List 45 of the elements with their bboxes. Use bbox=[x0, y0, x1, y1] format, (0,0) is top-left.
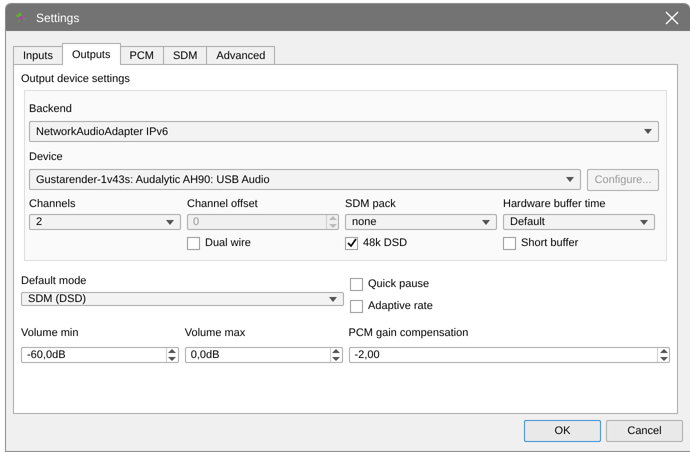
field-label: Volume min bbox=[21, 327, 80, 339]
dropdown[interactable]: 2 bbox=[29, 214, 181, 230]
checkbox[interactable] bbox=[503, 236, 516, 250]
dropdown-caret-icon bbox=[329, 296, 337, 302]
spin-box[interactable]: 0,0dB bbox=[184, 347, 342, 363]
field-label: Channels bbox=[29, 198, 76, 210]
window-title: Settings bbox=[36, 10, 80, 24]
app-logo-icon bbox=[14, 10, 28, 24]
spin-arrows-icon[interactable] bbox=[168, 348, 176, 362]
group-title: Output device settings bbox=[21, 73, 131, 85]
dropdown[interactable]: Gustarender-1v43s: Audalytic AH90: USB Audio bbox=[29, 169, 581, 190]
dropdown-caret-icon bbox=[166, 220, 174, 224]
tab[interactable]: Inputs bbox=[13, 46, 63, 65]
field-label: Device bbox=[29, 151, 63, 163]
spin-arrows-icon[interactable] bbox=[660, 348, 668, 362]
dropdown[interactable]: Default bbox=[503, 214, 655, 230]
checkbox-label: Adaptive rate bbox=[368, 300, 433, 312]
field-label: Hardware buffer time bbox=[503, 198, 607, 210]
tab[interactable]: Advanced bbox=[206, 46, 276, 65]
dropdown-caret-icon bbox=[644, 129, 652, 134]
dropdown[interactable]: NetworkAudioAdapter IPv6 bbox=[29, 121, 659, 142]
spin-arrows-icon[interactable] bbox=[332, 348, 340, 362]
dropdown[interactable]: SDM (DSD) bbox=[21, 292, 344, 306]
spin-box[interactable]: -2,00 bbox=[348, 347, 670, 363]
checkbox[interactable] bbox=[350, 300, 363, 312]
checkbox-label: Short buffer bbox=[521, 237, 578, 249]
dialog-button[interactable]: OK bbox=[524, 420, 601, 442]
tab[interactable]: Outputs bbox=[62, 43, 120, 65]
field-label: Default mode bbox=[21, 275, 88, 287]
dropdown-caret-icon bbox=[482, 220, 490, 224]
checkbox[interactable] bbox=[345, 236, 358, 250]
field-label: Backend bbox=[29, 103, 73, 115]
dialog-button[interactable]: Cancel bbox=[606, 420, 683, 442]
dropdown-caret-icon bbox=[640, 220, 648, 224]
field-label: Channel offset bbox=[187, 198, 259, 210]
dropdown-caret-icon bbox=[566, 177, 574, 182]
checkbox-label: 48k DSD bbox=[363, 237, 408, 249]
field-label: SDM pack bbox=[345, 198, 397, 210]
spin-box[interactable]: -60,0dB bbox=[21, 347, 179, 363]
checkbox[interactable] bbox=[350, 278, 363, 290]
dropdown[interactable]: none bbox=[345, 214, 497, 230]
field-label: PCM gain compensation bbox=[348, 327, 470, 339]
field-label: Volume max bbox=[184, 327, 246, 339]
checkbox-label: Dual wire bbox=[205, 237, 251, 249]
checkbox-label: Quick pause bbox=[368, 278, 430, 290]
